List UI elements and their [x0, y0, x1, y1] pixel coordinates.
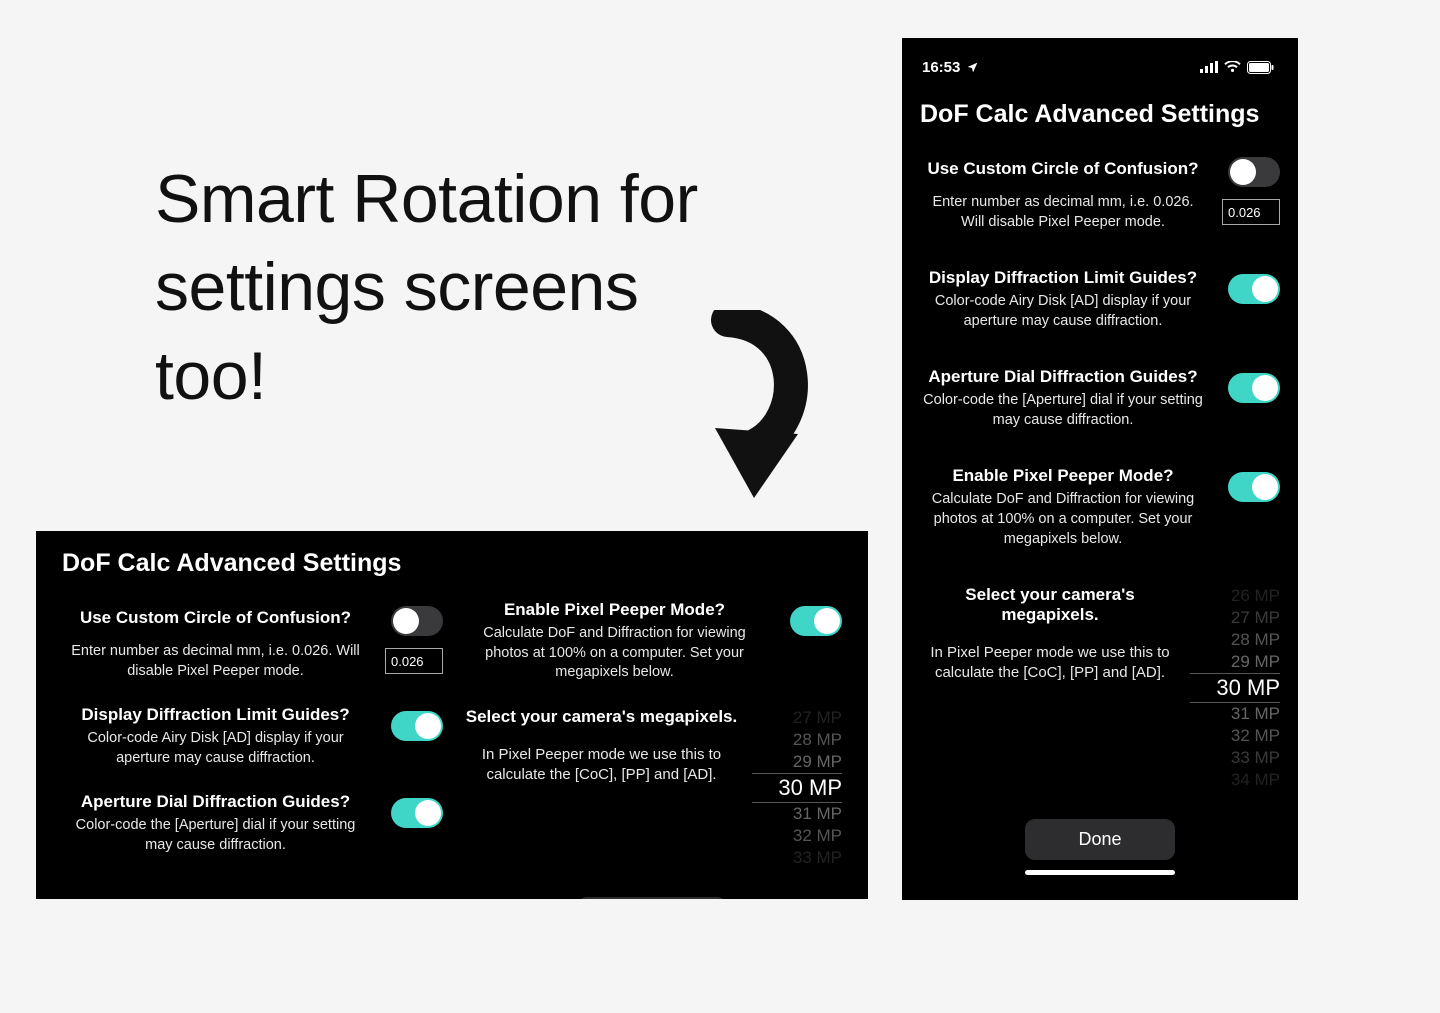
setting-row-coc: Use Custom Circle of Confusion? Enter nu… — [920, 151, 1280, 232]
page-title: DoF Calc Advanced Settings — [920, 100, 1280, 129]
setting-label-coc: Use Custom Circle of Confusion? — [62, 608, 369, 628]
mp-option: 32 MP — [1190, 725, 1280, 747]
toggle-aperture[interactable] — [391, 798, 443, 828]
toggle-pixelpeeper[interactable] — [1228, 472, 1280, 502]
curved-arrow-icon — [680, 310, 820, 510]
setting-desc-megapixels: In Pixel Peeper mode we use this to calc… — [920, 643, 1180, 684]
toggle-coc[interactable] — [391, 606, 443, 636]
setting-row-coc: Use Custom Circle of Confusion? Enter nu… — [62, 600, 443, 681]
toggle-pixelpeeper[interactable] — [790, 606, 842, 636]
setting-desc-pixelpeeper: Calculate DoF and Diffraction for viewin… — [920, 490, 1206, 549]
mp-selected: 30 MP — [1190, 673, 1280, 703]
setting-row-aperture: Aperture Dial Diffraction Guides? Color-… — [920, 367, 1280, 430]
setting-label-diffraction: Display Diffraction Limit Guides? — [62, 705, 369, 725]
setting-label-megapixels: Select your camera's megapixels. — [461, 707, 742, 727]
toggle-diffraction[interactable] — [1228, 274, 1280, 304]
status-bar: 16:53 — [920, 56, 1280, 78]
setting-label-pixelpeeper: Enable Pixel Peeper Mode? — [920, 466, 1206, 486]
page-title: DoF Calc Advanced Settings — [62, 549, 842, 578]
megapixel-picker[interactable]: 26 MP 27 MP 28 MP 29 MP 30 MP 31 MP 32 M… — [1190, 585, 1280, 791]
status-time: 16:53 — [922, 59, 960, 76]
wifi-icon — [1224, 61, 1241, 73]
location-arrow-icon — [966, 61, 979, 74]
setting-desc-diffraction: Color-code Airy Disk [AD] display if you… — [62, 729, 369, 768]
setting-row-diffraction: Display Diffraction Limit Guides? Color-… — [62, 705, 443, 768]
setting-label-aperture: Aperture Dial Diffraction Guides? — [62, 792, 369, 812]
mp-option: 34 MP — [1190, 769, 1280, 791]
mp-selected: 30 MP — [752, 773, 842, 803]
setting-row-pixelpeeper: Enable Pixel Peeper Mode? Calculate DoF … — [461, 600, 842, 683]
setting-desc-aperture: Color-code the [Aperture] dial if your s… — [62, 816, 369, 855]
cellular-signal-icon — [1200, 61, 1218, 73]
setting-label-pixelpeeper: Enable Pixel Peeper Mode? — [461, 600, 768, 620]
setting-desc-diffraction: Color-code Airy Disk [AD] display if you… — [920, 292, 1206, 331]
setting-row-megapixels: Select your camera's megapixels. In Pixe… — [920, 585, 1280, 791]
mp-option: 29 MP — [1190, 651, 1280, 673]
mp-option: 28 MP — [1190, 629, 1280, 651]
coc-input[interactable]: 0.026 — [385, 648, 443, 674]
setting-desc-coc: Enter number as decimal mm, i.e. 0.026. … — [62, 642, 369, 681]
setting-label-megapixels: Select your camera's megapixels. — [920, 585, 1180, 625]
setting-desc-pixelpeeper: Calculate DoF and Diffraction for viewin… — [461, 624, 768, 683]
mp-option: 31 MP — [752, 803, 842, 825]
setting-desc-coc: Enter number as decimal mm, i.e. 0.026. … — [920, 193, 1206, 232]
mp-option: 27 MP — [1190, 607, 1280, 629]
setting-label-aperture: Aperture Dial Diffraction Guides? — [920, 367, 1206, 387]
mp-option: 32 MP — [752, 825, 842, 847]
settings-screen-landscape: DoF Calc Advanced Settings Use Custom Ci… — [36, 531, 868, 899]
setting-desc-aperture: Color-code the [Aperture] dial if your s… — [920, 391, 1206, 430]
setting-desc-megapixels: In Pixel Peeper mode we use this to calc… — [461, 745, 742, 786]
setting-row-pixelpeeper: Enable Pixel Peeper Mode? Calculate DoF … — [920, 466, 1280, 549]
toggle-diffraction[interactable] — [391, 711, 443, 741]
marketing-headline: Smart Rotation for settings screens too! — [155, 155, 715, 420]
done-button[interactable]: Done — [577, 897, 727, 899]
mp-option: 27 MP — [752, 707, 842, 729]
settings-screen-portrait: 16:53 DoF Calc Advanced Settings — [902, 38, 1298, 900]
setting-row-aperture: Aperture Dial Diffraction Guides? Color-… — [62, 792, 443, 855]
toggle-aperture[interactable] — [1228, 373, 1280, 403]
mp-option: 28 MP — [752, 729, 842, 751]
setting-row-diffraction: Display Diffraction Limit Guides? Color-… — [920, 268, 1280, 331]
setting-label-coc: Use Custom Circle of Confusion? — [920, 159, 1206, 179]
coc-input[interactable]: 0.026 — [1222, 199, 1280, 225]
setting-row-megapixels: Select your camera's megapixels. In Pixe… — [461, 707, 842, 869]
home-indicator — [1025, 870, 1175, 875]
mp-option: 33 MP — [752, 847, 842, 869]
mp-option: 29 MP — [752, 751, 842, 773]
toggle-coc[interactable] — [1228, 157, 1280, 187]
megapixel-picker[interactable]: 27 MP 28 MP 29 MP 30 MP 31 MP 32 MP 33 M… — [752, 707, 842, 869]
mp-option: 31 MP — [1190, 703, 1280, 725]
done-button[interactable]: Done — [1025, 819, 1175, 860]
battery-icon — [1247, 61, 1274, 74]
mp-option: 26 MP — [1190, 585, 1280, 607]
setting-label-diffraction: Display Diffraction Limit Guides? — [920, 268, 1206, 288]
mp-option: 33 MP — [1190, 747, 1280, 769]
